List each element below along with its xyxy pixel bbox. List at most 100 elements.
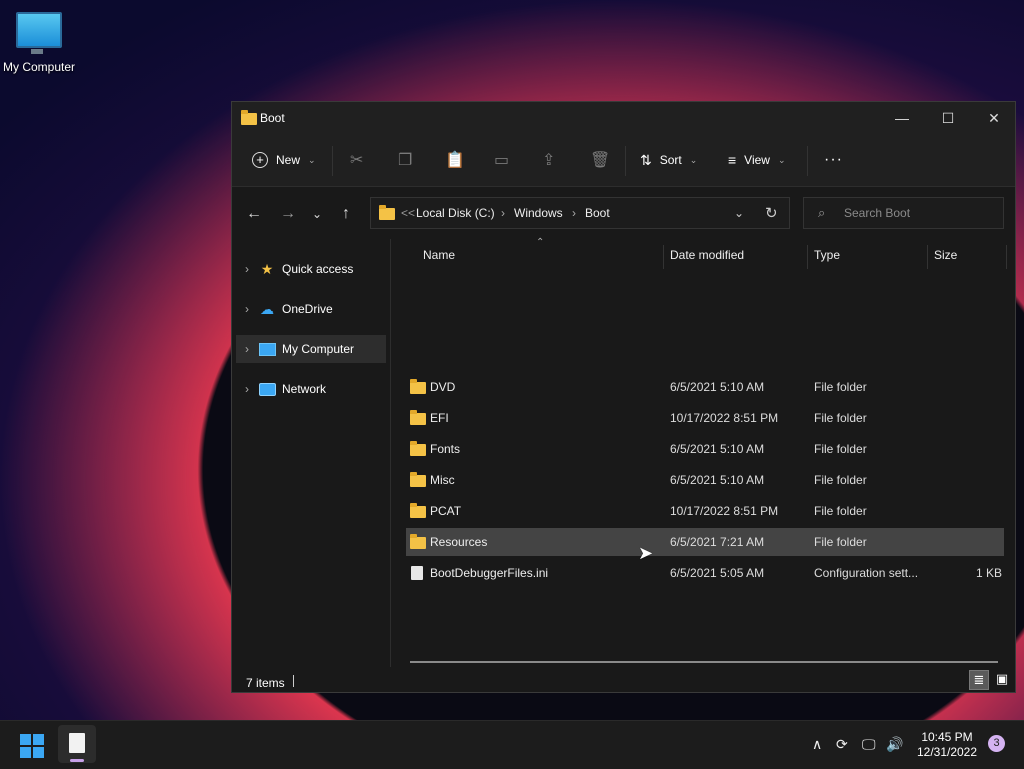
active-indicator <box>70 759 84 762</box>
column-divider[interactable] <box>663 245 664 269</box>
folder-icon <box>410 410 426 425</box>
clock[interactable]: 10:45 PM 12/31/2022 <box>912 730 982 760</box>
search-input[interactable]: Search Boot <box>844 206 910 220</box>
taskbar-file-explorer-button[interactable] <box>58 725 96 763</box>
windows-logo-tile <box>20 747 31 758</box>
file-name: Fonts <box>430 442 461 456</box>
expand-chevron-icon[interactable]: › <box>236 262 258 276</box>
share-icon[interactable]: ⇪ <box>542 150 555 170</box>
breadcrumb-overflow[interactable]: << <box>401 206 415 220</box>
more-options-button[interactable]: ··· <box>824 146 843 174</box>
column-divider[interactable] <box>807 245 808 269</box>
plus-circle-icon: + <box>252 152 268 168</box>
cut-icon[interactable]: ✂ <box>350 150 363 170</box>
horizontal-scrollbar[interactable] <box>410 661 998 663</box>
breadcrumb-local-disk[interactable]: Local Disk (C:) <box>416 206 495 220</box>
network-tray-icon[interactable]: 🖵 <box>862 736 876 753</box>
sort-button[interactable]: ⇅ Sort ⌄ <box>640 146 697 174</box>
copy-icon[interactable]: ❐ <box>398 150 412 170</box>
folder-icon <box>241 110 257 125</box>
network-icon <box>258 381 276 397</box>
back-arrow-icon[interactable]: ← <box>246 205 262 223</box>
file-date: 6/5/2021 5:05 AM <box>670 566 765 580</box>
up-arrow-icon[interactable]: ↑ <box>342 205 350 223</box>
window-title: Boot <box>260 111 285 125</box>
status-bar: 7 items ≣ ▣ <box>232 667 1015 693</box>
cloud-icon: ☁ <box>260 300 274 317</box>
column-header-type[interactable]: Type <box>814 248 840 276</box>
navigation-pane: › ★ Quick access › ☁ OneDrive › My Compu… <box>232 239 391 667</box>
expand-chevron-icon[interactable]: › <box>236 342 258 356</box>
column-divider[interactable] <box>1006 245 1007 269</box>
forward-arrow-icon[interactable]: → <box>280 205 296 223</box>
column-divider[interactable] <box>927 245 928 269</box>
sidebar-item-label: My Computer <box>282 342 355 356</box>
windows-logo-tile <box>33 747 44 758</box>
file-type: File folder <box>814 411 867 425</box>
column-header-date-modified[interactable]: Date modified <box>670 248 744 276</box>
breadcrumb-boot[interactable]: Boot <box>585 206 610 220</box>
paste-icon[interactable]: 📋 <box>445 150 465 170</box>
sidebar-item-my-computer[interactable]: › My Computer <box>236 335 386 363</box>
new-button[interactable]: + New ⌄ <box>252 146 316 174</box>
table-row[interactable]: Fonts 6/5/2021 5:10 AM File folder <box>406 435 1004 463</box>
sync-icon[interactable]: ⟳ <box>836 736 848 753</box>
address-bar[interactable]: << Local Disk (C:) › Windows › Boot ⌄ ↻ <box>370 197 790 229</box>
folder-icon <box>379 205 395 220</box>
delete-icon[interactable]: 🗑 <box>590 150 610 170</box>
sidebar-item-network[interactable]: › Network <box>236 375 386 403</box>
rename-icon[interactable]: ▭ <box>494 150 509 170</box>
large-icons-view-icon[interactable]: ▣ <box>992 670 1012 690</box>
volume-icon[interactable]: 🔊 <box>886 736 903 753</box>
folder-icon <box>410 441 426 456</box>
search-box[interactable]: ⌕ Search Boot <box>803 197 1004 229</box>
file-date: 6/5/2021 7:21 AM <box>670 535 765 549</box>
sidebar-item-label: Quick access <box>282 262 354 276</box>
expand-chevron-icon[interactable]: › <box>236 382 258 396</box>
start-button[interactable] <box>20 734 44 758</box>
breadcrumb-windows[interactable]: Windows <box>514 206 563 220</box>
sidebar-item-quick-access[interactable]: › ★ Quick access <box>236 255 386 283</box>
table-row[interactable]: Resources 6/5/2021 7:21 AM File folder <box>406 528 1004 556</box>
sidebar-item-onedrive[interactable]: › ☁ OneDrive <box>236 295 386 323</box>
view-button[interactable]: ≡ View ⌄ <box>728 146 786 174</box>
column-header-size[interactable]: Size <box>934 248 957 276</box>
table-row[interactable]: EFI 10/17/2022 8:51 PM File folder <box>406 404 1004 432</box>
windows-logo-tile <box>20 734 31 745</box>
address-dropdown-chevron-icon[interactable]: ⌄ <box>734 206 744 220</box>
toolbar-divider <box>625 146 626 176</box>
toolbar-divider <box>332 146 333 176</box>
sort-label: Sort <box>659 153 682 167</box>
desktop-icon-label: My Computer <box>2 60 76 74</box>
table-row[interactable]: DVD 6/5/2021 5:10 AM File folder <box>406 373 1004 401</box>
file-type: File folder <box>814 535 867 549</box>
title-bar[interactable]: Boot — ☐ ✕ <box>232 102 1015 134</box>
refresh-icon[interactable]: ↻ <box>765 204 778 222</box>
folder-icon <box>410 503 426 518</box>
details-view-icon[interactable]: ≣ <box>969 670 989 690</box>
navigation-bar: ← → ⌄ ↑ << Local Disk (C:) › Windows › B… <box>232 187 1015 239</box>
close-button[interactable]: ✕ <box>971 102 1017 134</box>
table-row[interactable]: Misc 6/5/2021 5:10 AM File folder <box>406 466 1004 494</box>
status-divider <box>293 675 294 687</box>
command-bar: + New ⌄ ✂ ❐ 📋 ▭ ⇪ 🗑 ⇅ Sort ⌄ ≡ View ⌄ ··… <box>232 134 1015 187</box>
file-name: DVD <box>430 380 456 394</box>
column-header-name[interactable]: Name <box>423 248 455 276</box>
chevron-down-icon: ⌄ <box>777 154 786 165</box>
maximize-button[interactable]: ☐ <box>925 102 971 134</box>
breadcrumb-separator-icon: › <box>572 206 576 220</box>
chevron-up-icon[interactable]: ∧ <box>812 736 822 753</box>
recent-locations-chevron-icon[interactable]: ⌄ <box>312 207 322 221</box>
table-row[interactable]: PCAT 10/17/2022 8:51 PM File folder <box>406 497 1004 525</box>
file-name: EFI <box>430 411 449 425</box>
sidebar-item-label: OneDrive <box>282 302 333 316</box>
expand-chevron-icon[interactable]: › <box>236 302 258 316</box>
view-label: View <box>744 153 770 167</box>
file-explorer-window: Boot — ☐ ✕ + New ⌄ ✂ ❐ 📋 ▭ ⇪ 🗑 ⇅ Sort ⌄ … <box>231 101 1016 693</box>
clock-time: 10:45 PM <box>921 730 973 744</box>
desktop-icon-my-computer[interactable]: My Computer <box>0 8 78 74</box>
sidebar-item-label: Network <box>282 382 327 396</box>
notification-badge[interactable]: 3 <box>988 735 1005 752</box>
minimize-button[interactable]: — <box>879 102 925 134</box>
table-row[interactable]: BootDebuggerFiles.ini 6/5/2021 5:05 AM C… <box>406 559 1004 587</box>
